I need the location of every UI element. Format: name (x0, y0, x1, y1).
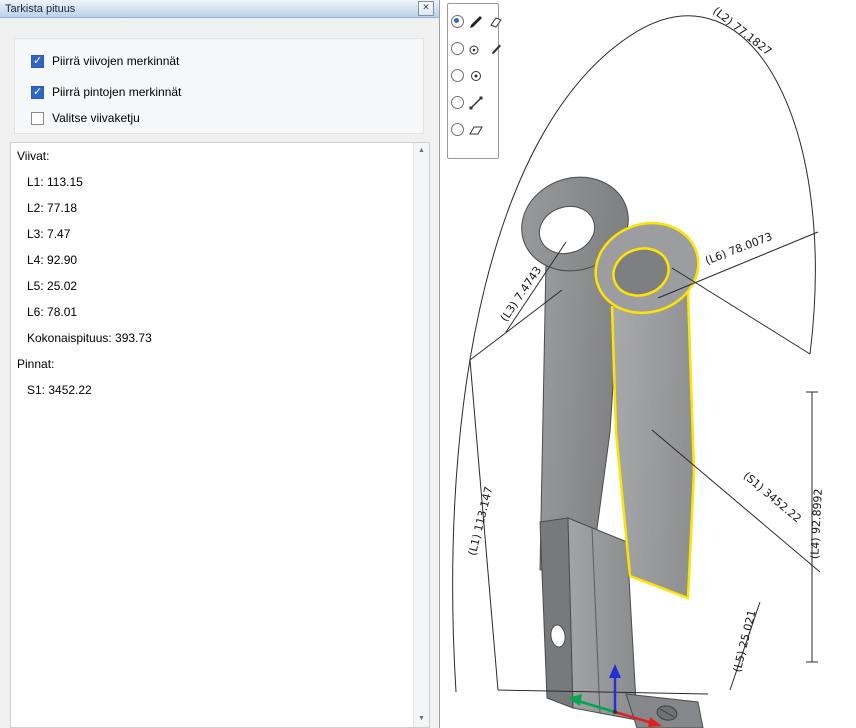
scroll-up-icon[interactable]: ▲ (414, 143, 429, 159)
line-select-icon (468, 95, 484, 111)
circle-dot-icon (468, 41, 484, 57)
measurement-line-l3: L3: 7.47 (27, 227, 70, 241)
tool-row-point[interactable] (451, 62, 495, 89)
scroll-down-icon[interactable]: ▼ (414, 711, 429, 727)
list-scrollbar[interactable]: ▲ ▼ (413, 143, 429, 727)
checkbox-row-select-chain[interactable]: Valitse viivaketju (31, 111, 140, 125)
dim-label-l5: (L5) 25.021 (731, 609, 759, 674)
tool-line-radio[interactable] (451, 96, 464, 109)
triad-origin (613, 710, 617, 714)
face-select-icon (468, 122, 484, 138)
tool-row-edge-draw[interactable] (451, 35, 495, 62)
tool-face-radio[interactable] (451, 123, 464, 136)
dim-label-l6: (L6) 78.0073 (703, 230, 774, 267)
pencil-small-icon (488, 41, 504, 57)
dim-label-l4: (L4) 92.8992 (808, 488, 825, 559)
tool-point-radio[interactable] (451, 69, 464, 82)
selection-tool-palette (447, 3, 499, 159)
check-length-dialog: Tarkista pituus ✕ Piirrä viivojen merkin… (0, 0, 440, 728)
tool-edge-draw-radio[interactable] (451, 42, 464, 55)
tool-annotate-radio[interactable] (451, 15, 464, 28)
dim-label-l3: (L3) 7.4743 (498, 264, 544, 324)
measurement-results-list: Viivat: L1: 113.15 L2: 77.18 L3: 7.47 L4… (10, 142, 430, 728)
measurement-line-l2: L2: 77.18 (27, 201, 77, 215)
checkbox-row-draw-line-marks[interactable]: Piirrä viivojen merkinnät (31, 54, 179, 68)
surfaces-section-header: Pinnat: (17, 357, 54, 371)
draw-line-marks-label: Piirrä viivojen merkinnät (52, 54, 179, 68)
checkbox-row-draw-surface-marks[interactable]: Piirrä pintojen merkinnät (31, 85, 181, 99)
eraser-icon (488, 14, 504, 30)
measurement-surface-s1: S1: 3452.22 (27, 383, 92, 397)
close-icon[interactable]: ✕ (418, 1, 434, 16)
witness-line-right (672, 268, 810, 354)
select-chain-label: Valitse viivaketju (52, 111, 140, 125)
part-body[interactable] (509, 164, 710, 728)
measurement-line-l6: L6: 78.01 (27, 305, 77, 319)
viewport-3d-scene[interactable]: (L2) 77.1827 (L3) 7.4743 (L6) 78.0073 (L… (440, 0, 856, 728)
tool-row-annotate[interactable] (451, 8, 495, 35)
dim-label-l2: (L2) 77.1827 (710, 4, 774, 58)
measurement-total: Kokonaispituus: 393.73 (27, 331, 152, 345)
options-groupbox: Piirrä viivojen merkinnät Piirrä pintoje… (14, 38, 424, 134)
dim-label-l1: (L1) 113.147 (466, 485, 496, 557)
draw-line-marks-checkbox[interactable] (31, 55, 44, 68)
measurement-line-l1: L1: 113.15 (27, 175, 83, 189)
tool-row-line[interactable] (451, 89, 495, 116)
dim-label-s1: (S1) 3452.22 (741, 469, 804, 525)
pencil-icon (468, 14, 484, 30)
tool-row-face[interactable] (451, 116, 495, 143)
select-chain-checkbox[interactable] (31, 112, 44, 125)
measurement-line-l4: L4: 92.90 (27, 253, 77, 267)
application-window: Tarkista pituus ✕ Piirrä viivojen merkin… (0, 0, 856, 728)
dialog-titlebar[interactable]: Tarkista pituus ✕ (0, 0, 439, 18)
lines-section-header: Viivat: (17, 149, 49, 163)
cad-viewport[interactable]: (L2) 77.1827 (L3) 7.4743 (L6) 78.0073 (L… (440, 0, 856, 728)
point-select-icon (468, 68, 484, 84)
measurement-line-l5: L5: 25.02 (27, 279, 77, 293)
dialog-title: Tarkista pituus (5, 3, 75, 15)
channel-left-face[interactable] (540, 518, 573, 708)
draw-surface-marks-checkbox[interactable] (31, 86, 44, 99)
draw-surface-marks-label: Piirrä pintojen merkinnät (52, 85, 181, 99)
